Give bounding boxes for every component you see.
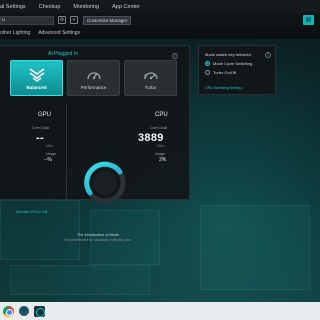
gpu-title: GPU xyxy=(38,112,52,118)
radio-label: Turbo On/Off xyxy=(213,70,237,75)
top-navigation: al Settings Checkup Monitoring App Cente… xyxy=(0,0,320,13)
radio-unselected-icon xyxy=(205,70,210,75)
mode-intro-description: Recommended for standard, everyday use. xyxy=(64,238,132,242)
cpu-usage-label: Usage xyxy=(155,152,166,156)
profile-select[interactable]: u xyxy=(0,15,54,25)
mode-label-balanced: Balanced xyxy=(26,85,47,90)
nav-item-app-center[interactable]: App Center xyxy=(112,4,140,10)
background-tile xyxy=(200,205,310,290)
discrete-gpu-link[interactable]: Discrete GPU in ON xyxy=(16,210,47,214)
mode-label-performance: Performance xyxy=(80,85,107,90)
cpu-usage-value: 2% xyxy=(159,157,167,163)
mode-intro-title: The introduction of Mode xyxy=(76,233,119,237)
toolbar: u ⚙ + Customize Manager xyxy=(0,13,320,27)
nav-item-settings[interactable]: al Settings xyxy=(0,4,26,10)
gpu-core-clock-label: Core Clock xyxy=(32,126,50,130)
settings-icon[interactable]: ⚙ xyxy=(58,16,66,24)
radio-selected-icon xyxy=(205,61,210,66)
balanced-chevron-icon xyxy=(29,68,44,82)
mode-panel: AI Plugged In i Balanced Performance Tur… xyxy=(0,45,190,242)
gpu-operating-setting-link[interactable]: GPU Operating Setting > xyxy=(205,86,244,90)
cpu-title: CPU xyxy=(155,112,168,118)
gpu-gauge xyxy=(0,156,12,196)
nav-item-monitoring[interactable]: Monitoring xyxy=(73,4,99,10)
turbo-speedometer-icon xyxy=(143,72,158,80)
mode-switch-panel: Mode switch key behavior i Mode Cycle Sw… xyxy=(198,45,276,95)
customize-manager-button[interactable]: Customize Manager xyxy=(83,15,132,25)
background-tile xyxy=(0,200,80,260)
mode-button-balanced[interactable]: Balanced xyxy=(10,60,63,96)
gpu-core-clock-value: -- xyxy=(36,132,44,144)
ai-plugged-label: AI Plugged In xyxy=(48,51,79,57)
mode-button-turbo[interactable]: Turbo xyxy=(124,60,177,96)
mode-label-turbo: Turbo xyxy=(144,85,157,90)
nitrosense-icon[interactable] xyxy=(34,305,45,317)
tab-advanced-settings[interactable]: Advanced Settings xyxy=(38,30,80,36)
panel-toggle-button[interactable]: ▤ xyxy=(303,15,314,25)
gpu-usage-label: Usage xyxy=(46,152,57,156)
background-tile xyxy=(10,265,150,295)
app-icon[interactable] xyxy=(19,306,29,316)
chrome-icon[interactable] xyxy=(3,305,14,317)
cpu-core-clock-label: Core Clock xyxy=(150,126,168,130)
panel-toggle-icon: ▤ xyxy=(305,17,312,23)
divider xyxy=(66,104,67,222)
info-icon[interactable]: i xyxy=(265,52,271,58)
cpu-gauge xyxy=(84,161,126,204)
radio-mode-cycle[interactable]: Mode Cycle Switching xyxy=(205,61,252,66)
tab-lighting[interactable]: other Lighting xyxy=(0,30,30,36)
nav-item-checkup[interactable]: Checkup xyxy=(39,4,61,10)
cpu-core-clock-value: 3889 xyxy=(138,132,164,144)
taskbar xyxy=(0,302,320,320)
gpu-core-clock-unit: MHz xyxy=(46,144,54,148)
speedometer-icon xyxy=(86,72,101,80)
info-icon[interactable]: i xyxy=(172,53,178,59)
cpu-core-clock-unit: MHz xyxy=(157,144,165,148)
add-icon[interactable]: + xyxy=(70,16,78,24)
mode-button-performance[interactable]: Performance xyxy=(67,60,120,96)
mode-switch-title: Mode switch key behavior xyxy=(205,52,252,57)
subtabs: other Lighting Advanced Settings xyxy=(0,27,320,39)
gpu-usage-value: --% xyxy=(44,157,52,163)
radio-turbo-onoff[interactable]: Turbo On/Off xyxy=(205,70,236,75)
radio-label: Mode Cycle Switching xyxy=(213,61,253,66)
